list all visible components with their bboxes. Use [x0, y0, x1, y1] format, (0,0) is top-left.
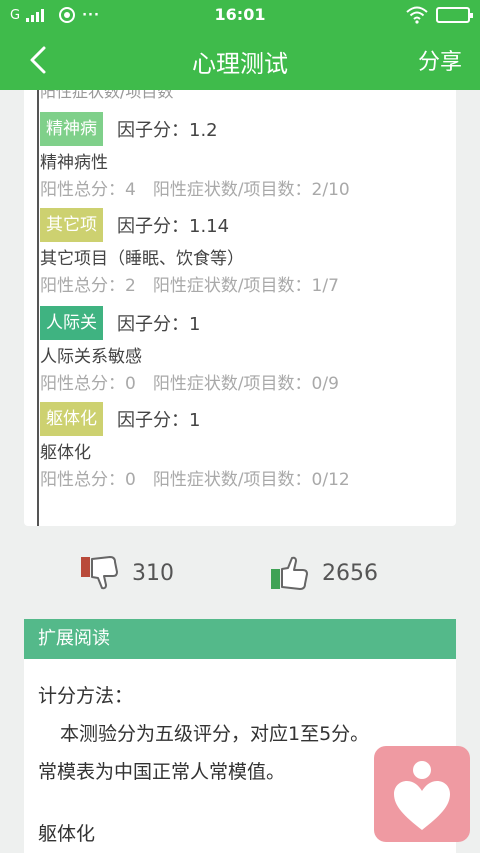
- factor-item: 精神病 因子分：1.2 精神病性 阳性总分：4 阳性症状数/项目数：2/10: [40, 112, 350, 200]
- factor-tag: 躯体化: [40, 402, 103, 436]
- thumbs-up-icon: [271, 556, 308, 590]
- thumbs-down-icon: [81, 556, 118, 590]
- factor-score: 因子分：1.14: [117, 216, 230, 237]
- factor-item: 躯体化 因子分：1 躯体化 阳性总分：0 阳性症状数/项目数：0/12: [40, 402, 350, 490]
- factor-name: 精神病性: [40, 153, 108, 173]
- floating-heart-button[interactable]: [374, 746, 470, 842]
- like-button[interactable]: 2656: [270, 555, 378, 591]
- factor-score: 因子分：1: [117, 410, 201, 431]
- clipped-previous-stat: 阳性症状数/项目数: [40, 90, 174, 101]
- dislike-button[interactable]: 310: [80, 555, 174, 591]
- scoring-heading: 计分方法：: [38, 685, 134, 707]
- factor-score: 因子分：1: [117, 314, 201, 335]
- factor-stat: 阳性总分：0 阳性症状数/项目数：0/12: [40, 470, 350, 490]
- status-bar: G ··· 16:01: [0, 0, 480, 30]
- factor-item: 其它项 因子分：1.14 其它项目（睡眠、饮食等） 阳性总分：2 阳性症状数/项…: [40, 208, 339, 296]
- page-title: 心理测试: [192, 50, 288, 78]
- factor-stat: 阳性总分：2 阳性症状数/项目数：1/7: [40, 276, 339, 296]
- factor-tag: 人际关: [40, 306, 103, 340]
- extended-reading-header: 扩展阅读: [24, 619, 456, 659]
- factor-name: 躯体化: [40, 443, 91, 463]
- factor-score: 因子分：1.2: [117, 120, 218, 141]
- share-button[interactable]: 分享: [418, 44, 462, 76]
- nav-bar: 心理测试 分享: [0, 30, 480, 90]
- factor-stat: 阳性总分：0 阳性症状数/项目数：0/9: [40, 374, 339, 394]
- dislike-count: 310: [132, 560, 174, 586]
- factor-name: 人际关系敏感: [40, 347, 142, 367]
- status-right: [406, 6, 473, 24]
- battery-icon: [436, 7, 473, 23]
- factor-stat: 阳性总分：4 阳性症状数/项目数：2/10: [40, 180, 350, 200]
- vote-bar: 310 2656: [0, 555, 480, 601]
- heart-person-icon: [394, 761, 450, 830]
- factor-name: 其它项目（睡眠、饮食等）: [40, 249, 244, 269]
- timeline-line: [37, 90, 39, 526]
- wifi-icon: [406, 6, 428, 24]
- factor-tag: 其它项: [40, 208, 103, 242]
- like-count: 2656: [322, 560, 378, 586]
- factor-result-card: 阳性症状数/项目数 精神病 因子分：1.2 精神病性 阳性总分：4 阳性症状数/…: [24, 90, 456, 526]
- factor-tag: 精神病: [40, 112, 103, 146]
- factor-item: 人际关 因子分：1 人际关系敏感 阳性总分：0 阳性症状数/项目数：0/9: [40, 306, 339, 394]
